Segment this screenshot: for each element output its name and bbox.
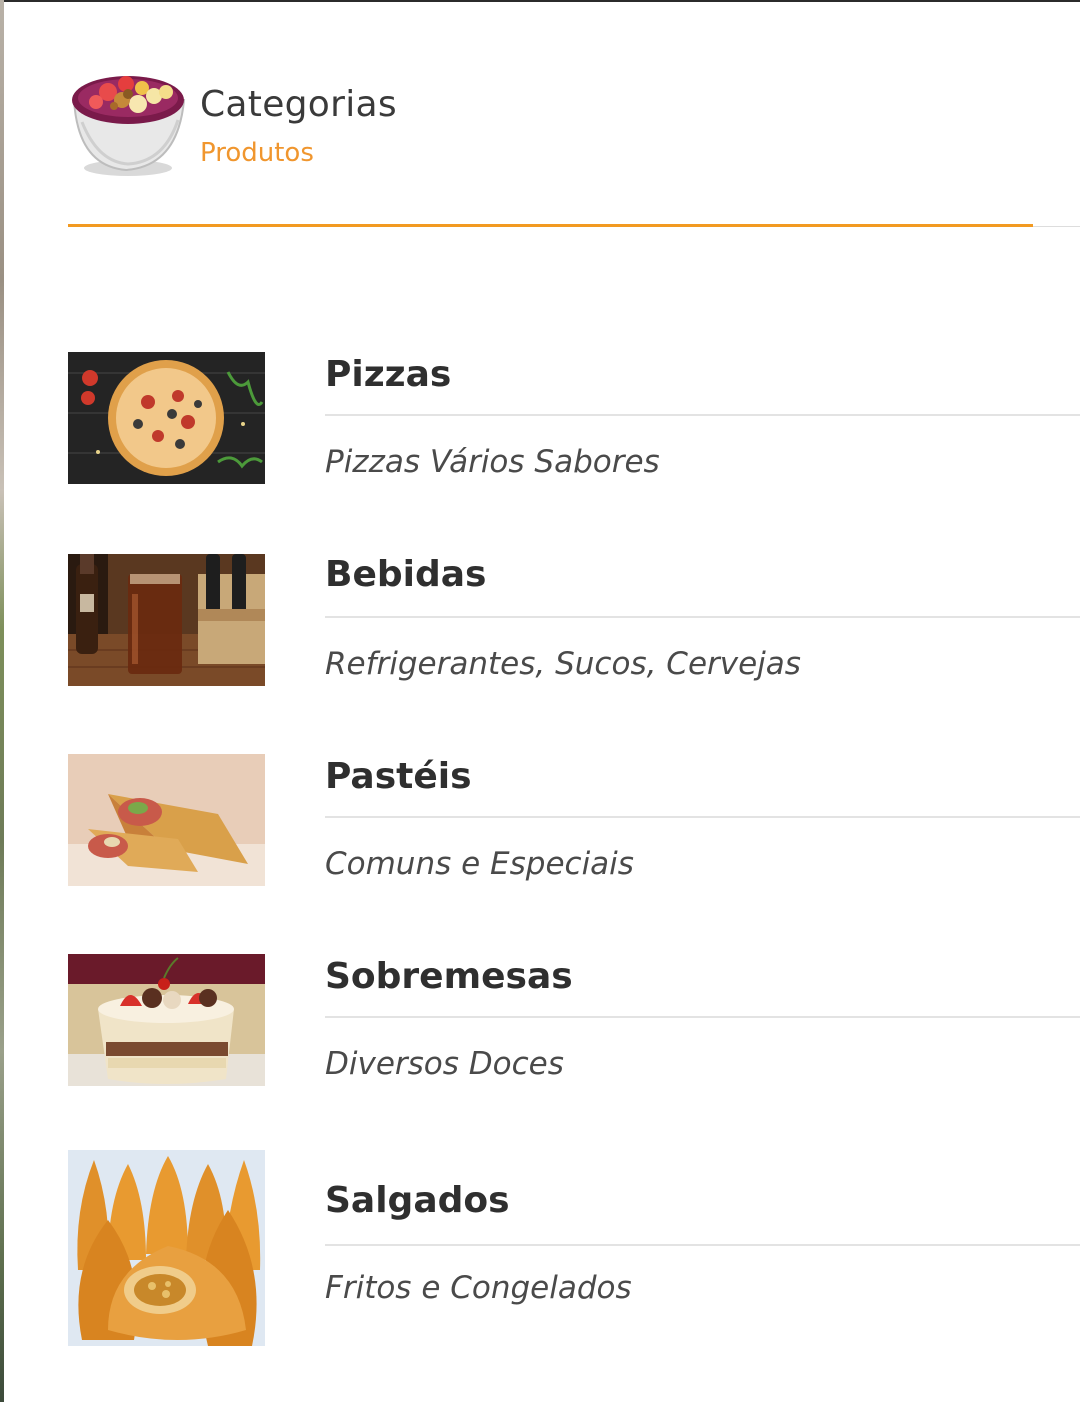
category-item-sobremesas[interactable]: Sobremesas Diversos Doces xyxy=(68,954,1080,1104)
pizza-photo xyxy=(68,352,265,484)
app-frame: Categorias Produtos Pizzas Pizzas Vários… xyxy=(0,0,1080,1402)
category-separator xyxy=(325,616,1080,618)
coxinha-photo xyxy=(68,1150,265,1346)
header-divider-rest xyxy=(1033,226,1080,227)
category-description: Fritos e Congelados xyxy=(325,1270,632,1306)
category-title[interactable]: Pastéis xyxy=(325,756,472,797)
acai-bowl-icon xyxy=(68,62,188,182)
category-item-pasteis[interactable]: Pastéis Comuns e Especiais xyxy=(68,754,1080,904)
page-header: Categorias Produtos xyxy=(68,62,1028,192)
category-separator xyxy=(325,1244,1080,1246)
category-description: Pizzas Vários Sabores xyxy=(325,444,660,480)
pastel-photo xyxy=(68,754,265,886)
header-divider xyxy=(68,224,1033,227)
soda-glass-photo xyxy=(68,554,265,686)
category-title[interactable]: Bebidas xyxy=(325,554,486,595)
category-title[interactable]: Salgados xyxy=(325,1180,510,1221)
window-top-edge xyxy=(0,0,1080,2)
category-item-pizzas[interactable]: Pizzas Pizzas Vários Sabores xyxy=(68,352,1080,502)
category-item-bebidas[interactable]: Bebidas Refrigerantes, Sucos, Cervejas xyxy=(68,554,1080,704)
dessert-cup-photo xyxy=(68,954,265,1086)
page-title: Categorias xyxy=(200,84,397,125)
category-description: Refrigerantes, Sucos, Cervejas xyxy=(325,646,801,682)
category-description: Diversos Doces xyxy=(325,1046,564,1082)
category-title[interactable]: Sobremesas xyxy=(325,956,573,997)
category-separator xyxy=(325,1016,1080,1018)
window-left-edge xyxy=(0,0,4,1402)
category-title[interactable]: Pizzas xyxy=(325,354,451,395)
category-separator xyxy=(325,414,1080,416)
category-item-salgados[interactable]: Salgados Fritos e Congelados xyxy=(68,1150,1080,1350)
category-description: Comuns e Especiais xyxy=(325,846,634,882)
page-subtitle: Produtos xyxy=(200,138,314,168)
category-separator xyxy=(325,816,1080,818)
